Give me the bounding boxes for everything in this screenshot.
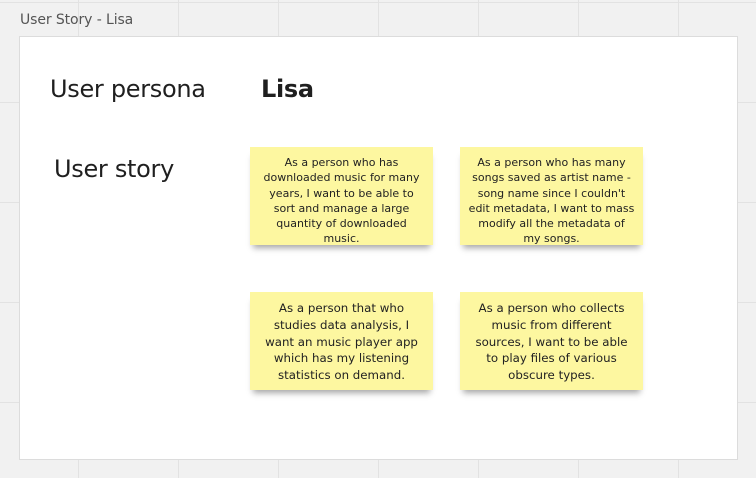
user-story-frame[interactable]: User persona Lisa User story As a person… [19,36,738,460]
sticky-note-text: As a person who has downloaded music for… [263,156,420,246]
frame-title[interactable]: User Story - Lisa [20,12,133,28]
persona-name[interactable]: Lisa [261,75,314,103]
sticky-note-mass-modify-metadata[interactable]: As a person who has many songs saved as … [460,147,643,245]
user-persona-label[interactable]: User persona [50,75,206,103]
sticky-note-text: As a person who has many songs saved as … [468,156,635,246]
sticky-note-text: As a person who collects music from diff… [475,301,628,383]
sticky-note-text: As a person that who studies data analys… [265,301,418,383]
sticky-note-sort-manage[interactable]: As a person who has downloaded music for… [250,147,433,245]
user-story-label[interactable]: User story [54,155,174,183]
sticky-note-obscure-file-types[interactable]: As a person who collects music from diff… [460,292,643,390]
sticky-note-listening-statistics[interactable]: As a person that who studies data analys… [250,292,433,390]
